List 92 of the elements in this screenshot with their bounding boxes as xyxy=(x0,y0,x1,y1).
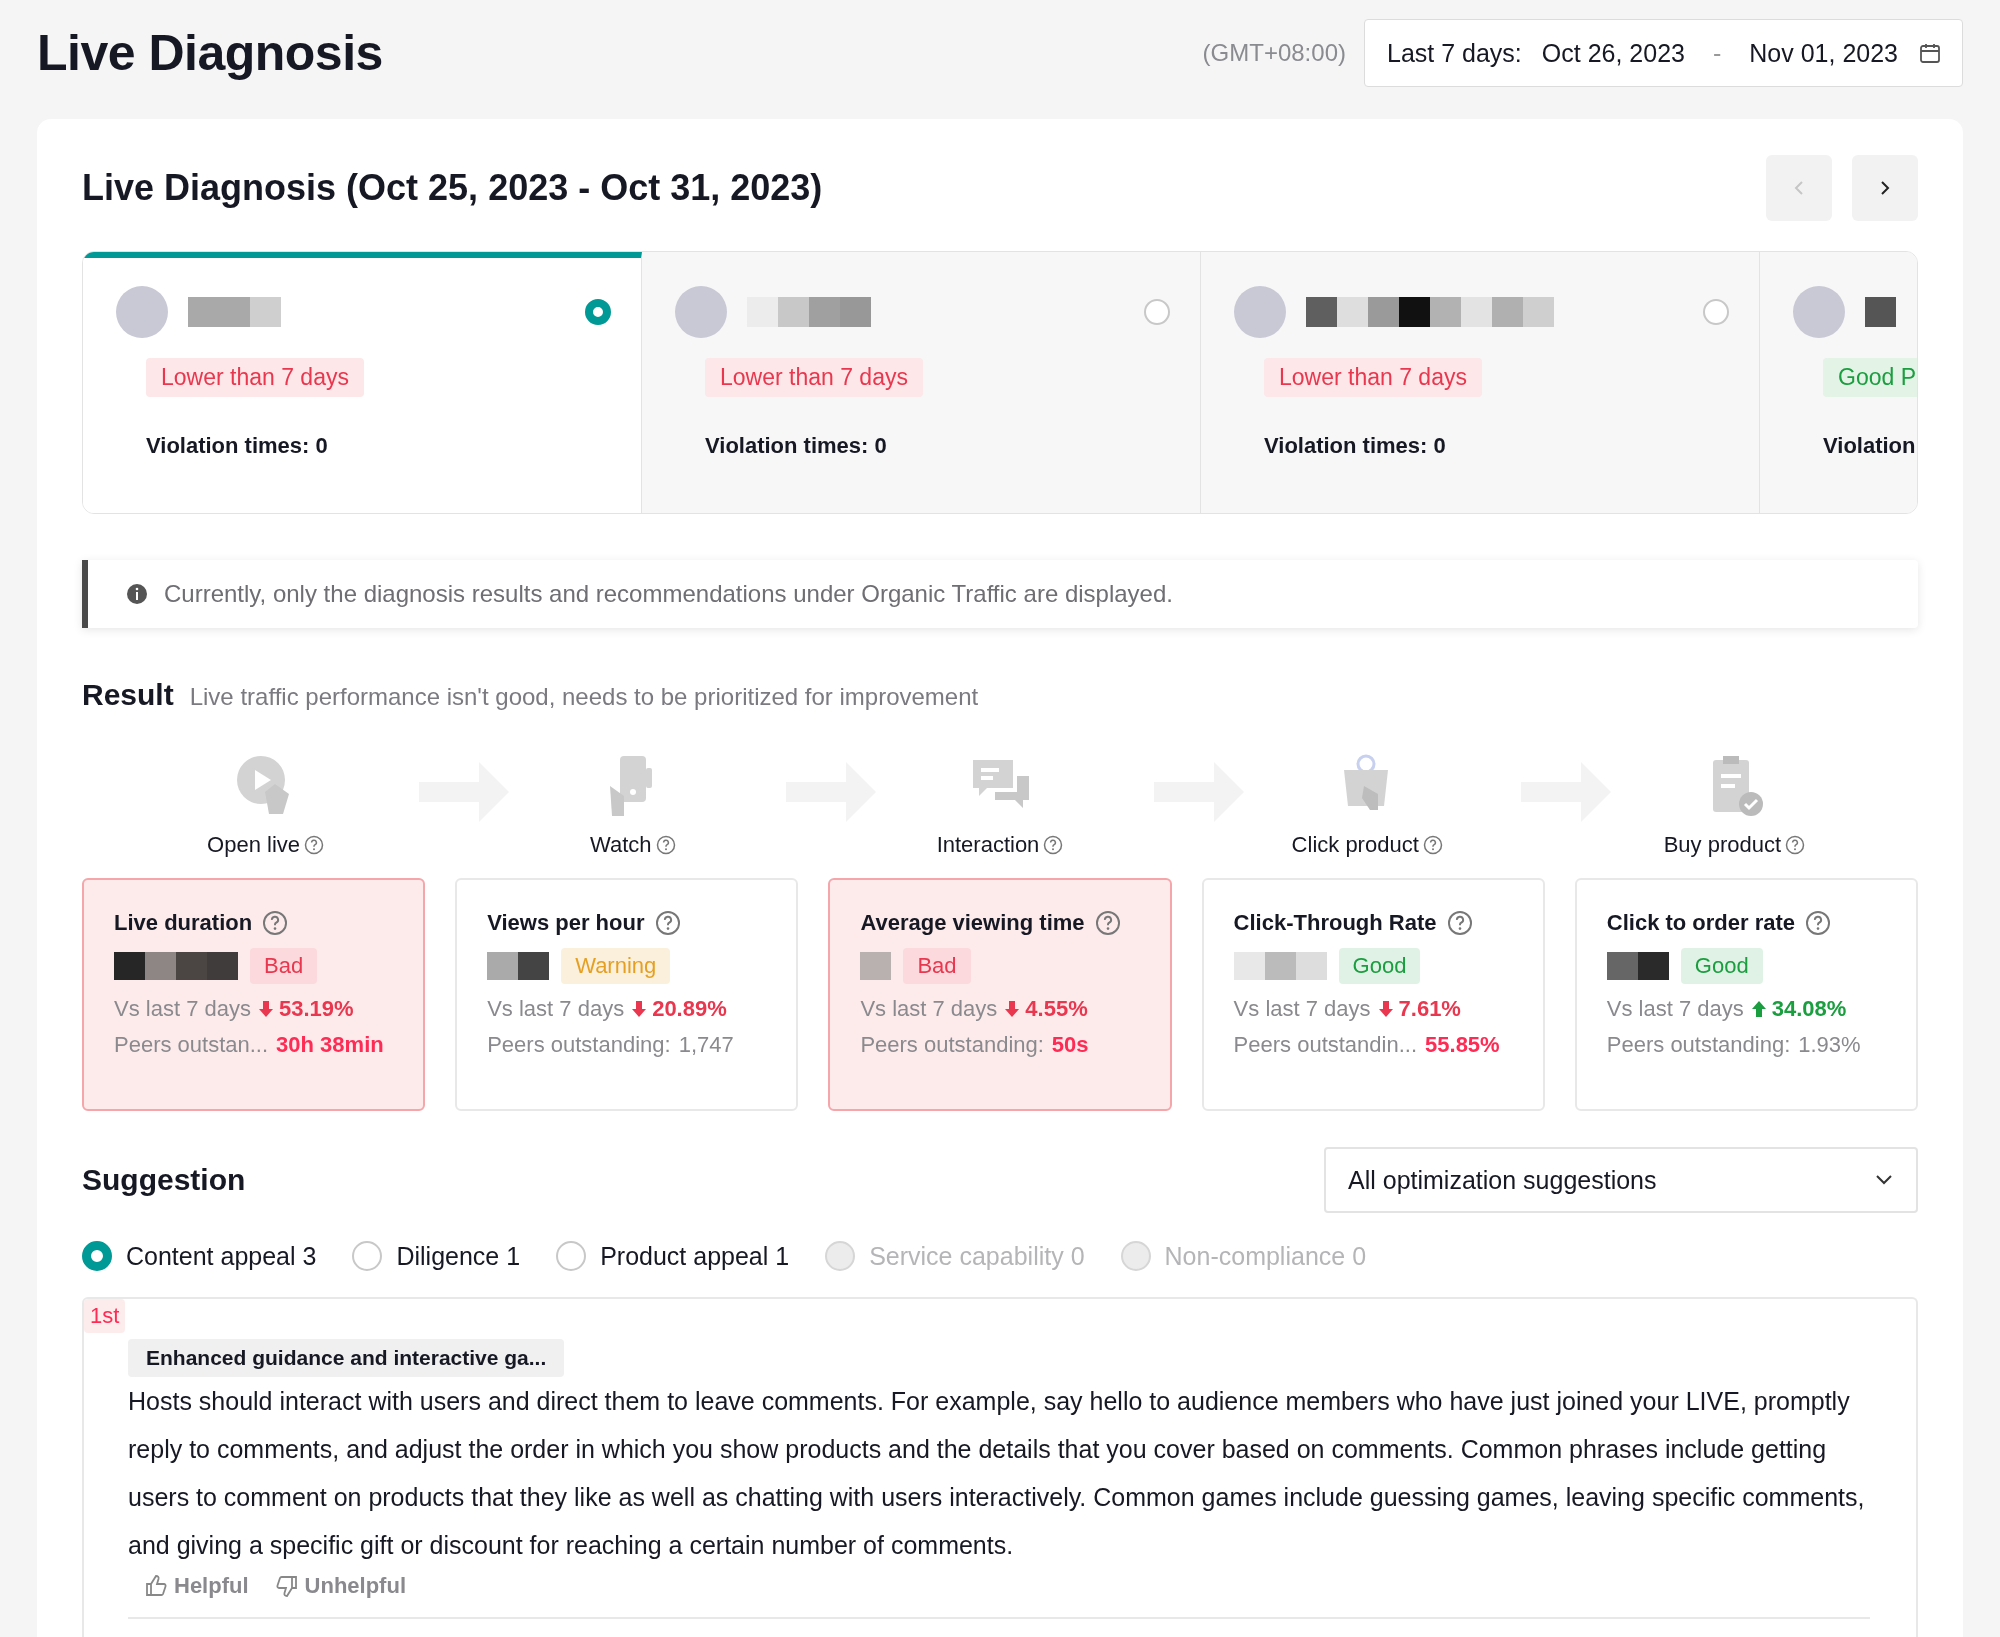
step-label: Watch xyxy=(590,832,652,858)
step-label: Open live xyxy=(207,832,301,858)
help-icon[interactable] xyxy=(1422,835,1443,855)
host-card[interactable]: Lower than 7 days Violation times: 0 xyxy=(83,252,642,513)
thumbs-down-icon xyxy=(274,1574,299,1598)
section-title: Suggestion xyxy=(82,1163,246,1197)
peers-value: 50s xyxy=(1051,1032,1089,1058)
notice-text: Currently, only the diagnosis results and recommendations under Organic Traffic are displayed. xyxy=(164,580,1173,608)
radio-button[interactable] xyxy=(1703,299,1729,325)
help-icon[interactable] xyxy=(262,910,289,936)
status-tag: Lower than 7 days xyxy=(1264,358,1482,397)
compare-label: Vs last 7 days xyxy=(1606,996,1744,1022)
metric-title: Live duration xyxy=(114,910,253,936)
compare-label: Vs last 7 days xyxy=(1233,996,1371,1022)
blurred-value xyxy=(487,952,550,980)
category-radio[interactable]: Product appeal 1 xyxy=(556,1241,790,1271)
start-date: Oct 26, 2023 xyxy=(1541,38,1685,68)
status-tag: Good xyxy=(1338,948,1421,984)
status-tag: Lower than 7 days xyxy=(146,358,364,397)
status-tag: Lower than 7 days xyxy=(705,358,923,397)
help-icon[interactable] xyxy=(1785,835,1806,855)
radio-button[interactable] xyxy=(585,299,611,325)
result-label: Result xyxy=(82,678,174,712)
avatar xyxy=(675,286,727,338)
help-icon[interactable] xyxy=(1094,910,1121,936)
blurred-name xyxy=(1865,297,1896,327)
status-tag: Good P xyxy=(1823,358,1917,397)
change-value: 7.61% xyxy=(1398,996,1461,1022)
avatar xyxy=(116,286,168,338)
peers-label: Peers outstan... xyxy=(114,1032,269,1058)
category-radio[interactable]: Diligence 1 xyxy=(352,1241,521,1271)
peers-value: 30h 38min xyxy=(276,1032,384,1058)
help-icon[interactable] xyxy=(304,835,325,855)
metric-title: Click-Through Rate xyxy=(1233,910,1437,936)
filter-dropdown[interactable]: All optimization suggestions xyxy=(1324,1147,1918,1213)
suggestion-tag: Enhanced guidance and interactive ga... xyxy=(128,1339,565,1377)
peers-value: 55.85% xyxy=(1425,1032,1500,1058)
panel-title: Live Diagnosis (Oct 25, 2023 - Oct 31, 2023) xyxy=(82,167,823,209)
step-label: Buy product xyxy=(1663,832,1782,858)
violation-count: Violation times: 0 xyxy=(705,433,888,459)
suggestion-text: Hosts should interact with users and direct them to leave comments. For example, say hello to audience members who have just joined your LIVE, promptly reply to comments, and adjust the order in which you show products and the details that you cover based on comments. Common phrases include getting users to comment on products that they like as well as chatting with users interactively. Common games include guessing games, leaving specific comments, and giving a specific gift or discount for reaching a certain number of comments. xyxy=(128,1386,1866,1561)
step-label: Click product xyxy=(1291,832,1419,858)
help-icon[interactable] xyxy=(1043,835,1064,855)
metric-title: Click to order rate xyxy=(1606,910,1796,936)
result-summary: Live traffic performance isn't good, needs to be prioritized for improvement xyxy=(189,683,979,711)
change-value: 20.89% xyxy=(652,996,727,1022)
date-range-label: Last 7 days: xyxy=(1387,38,1522,68)
timezone-label: (GMT+08:00) xyxy=(1202,39,1346,67)
host-card[interactable]: Good P Violation xyxy=(1760,252,1917,513)
date-range-picker[interactable]: Last 7 days: Oct 26, 2023 - Nov 01, 2023 xyxy=(1364,19,1963,87)
status-tag: Bad xyxy=(903,948,971,984)
blurred-value xyxy=(1606,952,1669,980)
calendar-icon xyxy=(1918,41,1942,65)
status-tag: Warning xyxy=(561,948,671,984)
metric-title: Views per hour xyxy=(487,910,645,936)
violation-count: Violation times: 0 xyxy=(1264,433,1447,459)
help-icon[interactable] xyxy=(654,910,681,936)
peers-value: 1.93% xyxy=(1798,1032,1861,1058)
change-value: 4.55% xyxy=(1025,996,1088,1022)
status-tag: Good xyxy=(1680,948,1763,984)
host-card[interactable]: Lower than 7 days Violation times: 0 xyxy=(1201,252,1760,513)
date-separator: - xyxy=(1712,38,1722,68)
info-icon xyxy=(126,583,148,605)
metric-title: Average viewing time xyxy=(860,910,1085,936)
thumbs-up-icon xyxy=(144,1574,168,1598)
peers-label: Peers outstandin... xyxy=(1233,1032,1418,1058)
compare-label: Vs last 7 days xyxy=(114,996,251,1022)
status-tag: Bad xyxy=(250,948,318,984)
violation-count: Violation xyxy=(1823,433,1917,459)
violation-count: Violation times: 0 xyxy=(146,433,329,459)
avatar xyxy=(1793,286,1845,338)
peers-label: Peers outstanding: xyxy=(860,1032,1044,1058)
change-value: 34.08% xyxy=(1771,996,1847,1022)
avatar xyxy=(1234,286,1286,338)
peers-label: Peers outstanding: xyxy=(1606,1032,1791,1058)
category-radio[interactable]: Content appeal 3 xyxy=(82,1241,317,1271)
step-label: Interaction xyxy=(936,832,1040,858)
help-icon[interactable] xyxy=(1446,910,1473,936)
help-icon[interactable] xyxy=(655,835,676,855)
host-card[interactable]: Lower than 7 days Violation times: 0 xyxy=(642,252,1201,513)
compare-label: Vs last 7 days xyxy=(860,996,998,1022)
chevron-down-icon xyxy=(1874,1173,1894,1187)
rank-badge: 1st xyxy=(84,1299,126,1333)
peers-label: Peers outstanding: xyxy=(487,1032,671,1058)
compare-label: Vs last 7 days xyxy=(487,996,625,1022)
page-title: Live Diagnosis xyxy=(37,24,384,82)
end-date: Nov 01, 2023 xyxy=(1749,38,1898,68)
peers-value: 1,747 xyxy=(678,1032,734,1058)
blurred-value xyxy=(860,952,892,980)
help-icon[interactable] xyxy=(1805,910,1832,936)
radio-button[interactable] xyxy=(1144,299,1170,325)
change-value: 53.19% xyxy=(278,996,354,1022)
